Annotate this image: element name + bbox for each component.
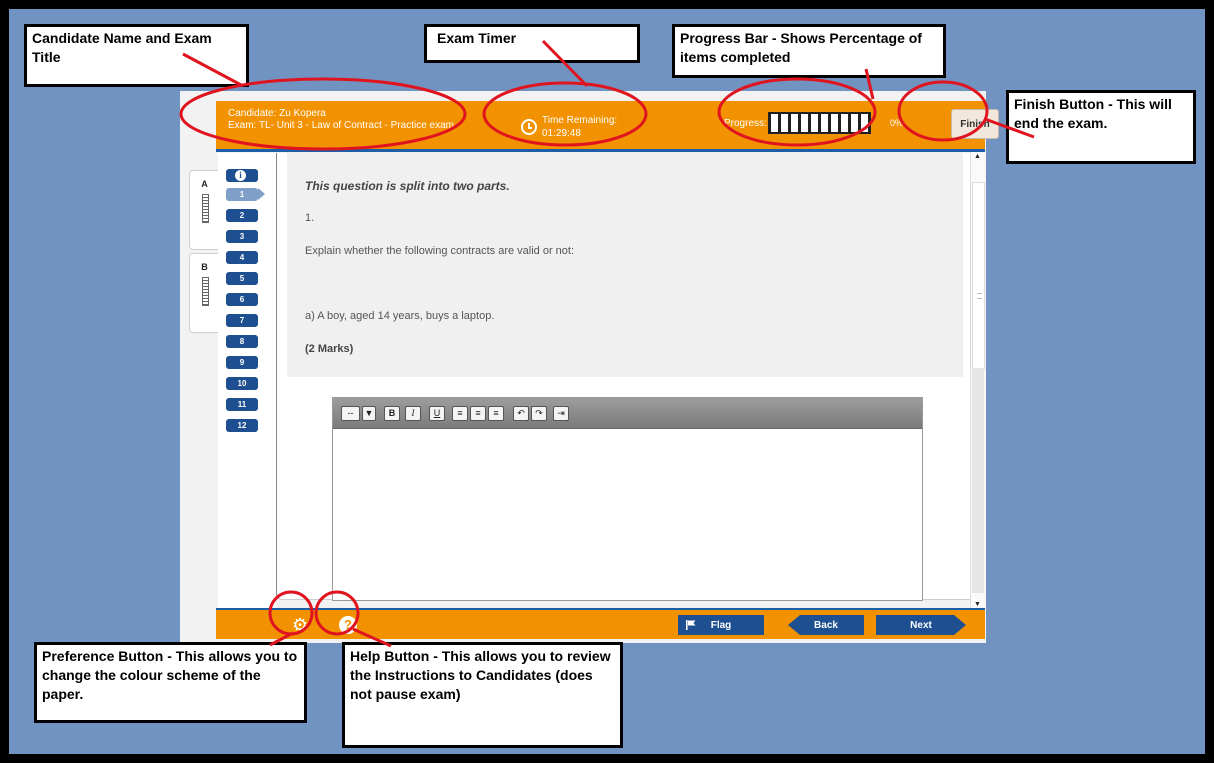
question-button-11[interactable]: 11 bbox=[226, 398, 258, 411]
progress-segment bbox=[781, 114, 788, 132]
question-panel: This question is split into two parts. 1… bbox=[287, 153, 963, 377]
question-content: This question is split into two parts. 1… bbox=[276, 153, 970, 601]
question-button-6[interactable]: 6 bbox=[226, 293, 258, 306]
chevron-down-icon[interactable]: ▼ bbox=[362, 406, 376, 421]
answer-editor[interactable]: -- ▼ B I U ≡ ≡ ≡ ↶ ↷ ⇥ bbox=[332, 397, 923, 601]
question-button-5[interactable]: 5 bbox=[226, 272, 258, 285]
annotation-canvas: Candidate: Zu Kopera Exam: TL- Unit 3 - … bbox=[9, 9, 1205, 754]
gear-icon[interactable]: ⚙ bbox=[292, 616, 310, 634]
scroll-down-icon[interactable]: ▼ bbox=[974, 601, 981, 608]
next-label: Next bbox=[910, 619, 932, 631]
question-button-9[interactable]: 9 bbox=[226, 356, 258, 369]
progress-segment bbox=[791, 114, 798, 132]
next-button[interactable]: Next bbox=[876, 615, 966, 635]
instructions-button[interactable]: i bbox=[226, 169, 258, 182]
progress-bar bbox=[768, 112, 871, 134]
exam-window: Candidate: Zu Kopera Exam: TL- Unit 3 - … bbox=[180, 91, 999, 643]
candidate-info: Candidate: Zu Kopera Exam: TL- Unit 3 - … bbox=[228, 108, 454, 132]
section-tab-label: B bbox=[201, 262, 208, 272]
section-progress-meter bbox=[202, 277, 209, 306]
question-button-10[interactable]: 10 bbox=[226, 377, 258, 390]
progress-segment bbox=[771, 114, 778, 132]
finish-button[interactable]: Finish bbox=[951, 109, 999, 139]
question-button-8[interactable]: 8 bbox=[226, 335, 258, 348]
info-icon: i bbox=[235, 170, 246, 181]
back-label: Back bbox=[814, 619, 838, 631]
redo-icon[interactable]: ↷ bbox=[531, 406, 547, 421]
exam-footer: ⚙ ? Flag Back Next bbox=[216, 608, 985, 639]
section-tab-b[interactable]: B bbox=[189, 253, 219, 333]
question-part-a: a) A boy, aged 14 years, buys a laptop. bbox=[305, 310, 495, 322]
question-navigator: i 1 2 3 4 5 6 7 8 9 10 11 12 bbox=[218, 153, 276, 609]
flag-label: Flag bbox=[710, 619, 732, 631]
undo-icon[interactable]: ↶ bbox=[513, 406, 529, 421]
progress-percent: 0% bbox=[890, 118, 904, 128]
section-progress-meter bbox=[202, 194, 209, 223]
clock-icon bbox=[521, 119, 537, 135]
annotation-progress: Progress Bar - Shows Percentage of items… bbox=[672, 24, 946, 78]
annotation-finish: Finish Button - This will end the exam. bbox=[1006, 90, 1196, 164]
editor-toolbar: -- ▼ B I U ≡ ≡ ≡ ↶ ↷ ⇥ bbox=[333, 398, 922, 429]
section-tab-label: A bbox=[201, 179, 208, 189]
question-button-3[interactable]: 3 bbox=[226, 230, 258, 243]
flag-button[interactable]: Flag bbox=[678, 615, 764, 635]
question-button-7[interactable]: 7 bbox=[226, 314, 258, 327]
italic-button[interactable]: I bbox=[405, 406, 421, 421]
bold-button[interactable]: B bbox=[384, 406, 400, 421]
grip-icon bbox=[977, 293, 982, 299]
scroll-thumb[interactable] bbox=[972, 182, 985, 369]
scroll-track[interactable] bbox=[972, 368, 984, 593]
align-left-icon[interactable]: ≡ bbox=[452, 406, 468, 421]
annotation-timer: Exam Timer bbox=[424, 24, 640, 63]
section-tab-a[interactable]: A bbox=[189, 170, 219, 250]
exam-title: Exam: TL- Unit 3 - Law of Contract - Pra… bbox=[228, 120, 455, 131]
annotation-preference: Preference Button - This allows you to c… bbox=[34, 642, 307, 723]
question-mark-icon: ? bbox=[344, 617, 352, 632]
align-right-icon[interactable]: ≡ bbox=[488, 406, 504, 421]
progress-label: Progress: bbox=[724, 118, 767, 129]
annotation-candidate: Candidate Name and Exam Title bbox=[24, 24, 249, 87]
question-button-12[interactable]: 12 bbox=[226, 419, 258, 432]
underline-button[interactable]: U bbox=[429, 406, 445, 421]
progress-segment bbox=[851, 114, 858, 132]
progress-segment bbox=[801, 114, 808, 132]
question-button-2[interactable]: 2 bbox=[226, 209, 258, 222]
exam-timer: Time Remaining: 01:29:48 bbox=[542, 114, 617, 140]
question-text: Explain whether the following contracts … bbox=[305, 245, 575, 257]
candidate-name: Candidate: Zu Kopera bbox=[228, 108, 326, 119]
flag-icon bbox=[686, 620, 696, 630]
progress-segment bbox=[831, 114, 838, 132]
question-marks: (2 Marks) bbox=[305, 343, 354, 355]
indent-icon[interactable]: ⇥ bbox=[553, 406, 569, 421]
question-button-1[interactable]: 1 bbox=[226, 188, 265, 201]
question-button-4[interactable]: 4 bbox=[226, 251, 258, 264]
help-button[interactable]: ? bbox=[339, 616, 357, 634]
format-select[interactable]: -- bbox=[341, 406, 360, 421]
back-button[interactable]: Back bbox=[788, 615, 864, 635]
question-intro: This question is split into two parts. bbox=[305, 179, 510, 193]
align-center-icon[interactable]: ≡ bbox=[470, 406, 486, 421]
progress-segment bbox=[821, 114, 828, 132]
timer-label: Time Remaining: bbox=[542, 115, 618, 126]
progress-segment bbox=[841, 114, 848, 132]
annotation-help: Help Button - This allows you to review … bbox=[342, 642, 623, 748]
exam-header: Candidate: Zu Kopera Exam: TL- Unit 3 - … bbox=[216, 101, 999, 152]
content-scrollbar[interactable]: ▲ ▼ bbox=[970, 152, 985, 609]
question-number: 1. bbox=[305, 212, 315, 224]
progress-segment bbox=[861, 114, 868, 132]
progress-segment bbox=[811, 114, 818, 132]
scroll-up-icon[interactable]: ▲ bbox=[974, 153, 981, 160]
timer-value: 01:29:48 bbox=[542, 128, 581, 139]
